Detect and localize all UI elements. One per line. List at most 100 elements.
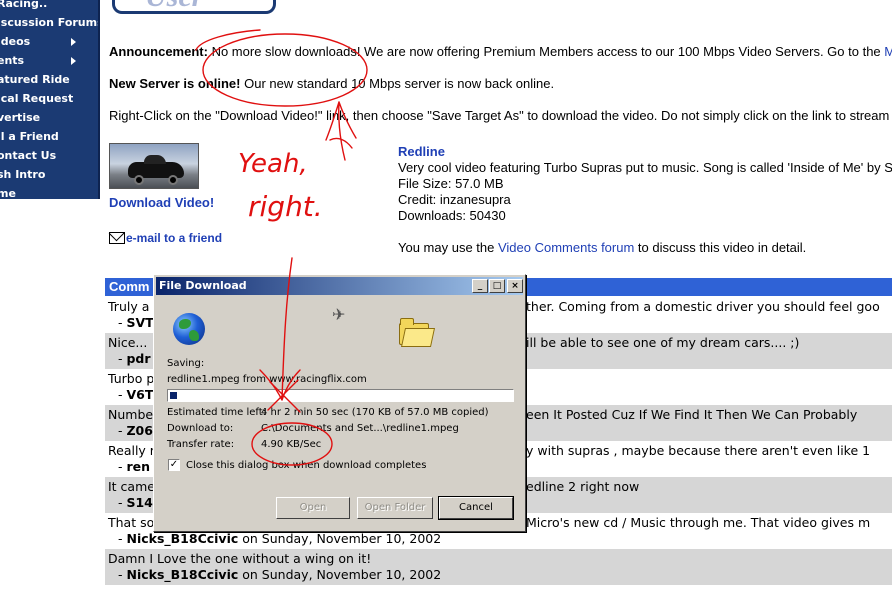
nav-item-label: Racing.. <box>0 0 48 10</box>
download-instruction: Right-Click on the "Download Video!" lin… <box>109 108 890 123</box>
comment-author: V6T <box>126 387 154 402</box>
video-thumbnail[interactable] <box>109 143 199 189</box>
comment-text-continued: ther. Coming from a domestic driver you … <box>526 299 880 314</box>
nav-item[interactable]: sh Intro <box>0 165 98 184</box>
globe-icon <box>173 313 205 345</box>
nav-item[interactable]: ical Request <box>0 89 98 108</box>
nav-item-label: ontact Us <box>0 149 57 162</box>
maximize-button[interactable]: □ <box>489 279 505 293</box>
nav-item-label: ents <box>0 54 25 67</box>
comment-date: on Sunday, November 10, 2002 <box>238 567 442 582</box>
comment-author: SVT <box>126 315 154 330</box>
discussion-post: to discuss this video in detail. <box>634 240 807 255</box>
comment-byline: - Z06 <box>118 423 153 438</box>
left-navigation: Racing.. iscussion Forums ideos ents atured … <box>0 0 100 200</box>
handwriting-right: right. <box>248 190 323 223</box>
comment-author: ren <box>126 459 151 474</box>
video-title[interactable]: Redline <box>398 144 445 159</box>
nav-item[interactable]: ents <box>0 51 98 70</box>
comment-byline: - Nicks_B18Ccivic on Sunday, November 10… <box>118 531 442 546</box>
dialog-title: File Download <box>159 279 247 292</box>
comment-author: Nicks_B18Ccivic <box>126 531 239 546</box>
comment-byline: - SVT <box>118 315 154 330</box>
comment-byline: - ren <box>118 459 151 474</box>
nav-item-label: ideos <box>0 35 31 48</box>
nav-item[interactable]: atured Ride <box>0 70 98 89</box>
server-text: Our new standard 10 Mbps server is now b… <box>244 76 555 91</box>
logo-text: User Video <box>145 0 273 11</box>
announcement-text: No more slow downloads! We are now offer… <box>211 44 881 59</box>
nav-item[interactable]: iscussion Forums <box>0 13 98 32</box>
comment-text: Damn I Love the one without a wing on it… <box>108 551 372 566</box>
dialog-title-bar[interactable]: File Download _ □ × <box>156 277 523 295</box>
saving-label: Saving: <box>167 358 205 369</box>
comment-byline: - Nicks_B18Ccivic on Sunday, November 10… <box>118 567 442 582</box>
close-when-done-label[interactable]: Close this dialog box when download comp… <box>186 460 426 471</box>
video-downloads: Downloads: 50430 <box>398 208 506 223</box>
nav-item[interactable]: vertise <box>0 108 98 127</box>
download-to-value: C:\Documents and Set...\redline1.mpeg <box>261 423 459 434</box>
nav-item[interactable]: ideos <box>0 32 98 51</box>
open-button[interactable]: Open <box>276 497 350 519</box>
comment-author: Z06 <box>126 423 153 438</box>
close-button[interactable]: × <box>507 279 523 293</box>
comment-byline: - S14 <box>118 495 153 510</box>
video-comments-forum-link[interactable]: Video Comments forum <box>498 240 634 255</box>
file-download-dialog: File Download _ □ × ✈ Saving: redline1.m… <box>153 274 526 532</box>
comment-text: Numbe <box>108 407 154 422</box>
nav-background <box>0 199 100 600</box>
open-folder-button[interactable]: Open Folder <box>357 497 433 519</box>
cancel-button[interactable]: Cancel <box>438 496 514 520</box>
comment-text: It came <box>108 479 155 494</box>
comment-text-continued: edline 2 right now <box>526 479 640 494</box>
comment-text: Truly a <box>108 299 150 314</box>
download-video-link[interactable]: Download Video! <box>109 195 214 210</box>
comment-date: on Sunday, November 10, 2002 <box>238 531 442 546</box>
folder-icon <box>399 318 429 345</box>
video-credit: Credit: inzanesupra <box>398 192 511 207</box>
comment-byline: - V6T <box>118 387 154 402</box>
time-left-value: 4 hr 2 min 50 sec (170 KB of 57.0 MB cop… <box>261 407 489 418</box>
nav-item[interactable]: ll a Friend <box>0 127 98 146</box>
email-friend-link[interactable]: e-mail to a friend <box>109 231 222 245</box>
comment-author: pdr <box>126 351 151 366</box>
server-notice: New Server is online! Our new standard 1… <box>109 76 554 91</box>
flying-paper-icon: ✈ <box>332 305 346 324</box>
discussion-pre: You may use the <box>398 240 498 255</box>
nav-item[interactable]: Racing.. <box>0 0 98 13</box>
comment-text-continued: ill be able to see one of my dream cars.… <box>526 335 800 350</box>
comment-row: Damn I Love the one without a wing on it… <box>105 549 892 585</box>
announcement: Announcement: No more slow downloads! We… <box>109 44 892 59</box>
minimize-button[interactable]: _ <box>472 279 488 293</box>
video-file-size: File Size: 57.0 MB <box>398 176 504 191</box>
close-when-done-checkbox[interactable]: ✓ <box>168 459 180 471</box>
chevron-right-icon <box>71 38 76 46</box>
nav-item-label: sh Intro <box>0 168 46 181</box>
chevron-right-icon <box>71 57 76 65</box>
comment-author: Nicks_B18Ccivic <box>126 567 239 582</box>
comment-text: Nice... <box>108 335 148 350</box>
comment-author: S14 <box>126 495 153 510</box>
comment-text-continued: een It Posted Cuz If We Find It Then We … <box>526 407 858 422</box>
discussion-note: You may use the Video Comments forum to … <box>398 240 806 255</box>
comment-text-continued: Micro's new cd / Music through me. That … <box>526 515 871 530</box>
site-logo: User Video <box>112 0 276 14</box>
time-left-label: Estimated time left: <box>167 407 267 418</box>
download-progress-bar <box>167 389 514 402</box>
envelope-icon <box>109 232 125 244</box>
nav-item-label: ll a Friend <box>0 130 59 143</box>
comment-text-continued: y with supras , maybe because there aren… <box>526 443 871 458</box>
transfer-rate-label: Transfer rate: <box>167 439 235 450</box>
nav-item-label: atured Ride <box>0 73 70 86</box>
comment-text: That so <box>108 515 155 530</box>
file-source: redline1.mpeg from www.racingflix.com <box>167 374 367 385</box>
comment-byline: - pdr <box>118 351 151 366</box>
comment-text: Turbo p <box>108 371 155 386</box>
nav-item[interactable]: ontact Us <box>0 146 98 165</box>
progress-fill <box>170 392 177 399</box>
server-label: New Server is online! <box>109 76 241 91</box>
nav-item-label: ical Request <box>0 92 74 105</box>
nav-item-label: vertise <box>0 111 41 124</box>
announcement-link[interactable]: M <box>884 44 892 59</box>
email-friend-label: e-mail to a friend <box>126 231 223 245</box>
